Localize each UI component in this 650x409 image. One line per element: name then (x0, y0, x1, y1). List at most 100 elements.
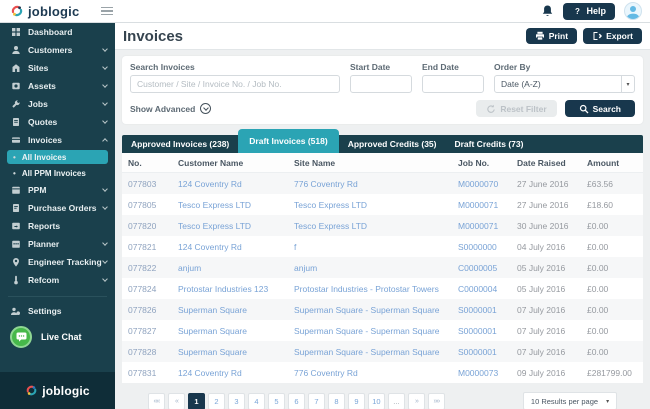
show-advanced-toggle[interactable]: Show Advanced (130, 103, 211, 114)
page-number-button[interactable]: 4 (248, 393, 265, 409)
site-link[interactable]: Tesco Express LTD (294, 221, 458, 231)
table-row[interactable]: 077831 124 Coventry Rd 776 Coventry Rd M… (122, 362, 643, 383)
notifications-bell-icon[interactable] (541, 4, 554, 18)
customer-link[interactable]: Protostar Industries 123 (178, 284, 294, 294)
page-number-button[interactable]: 7 (308, 393, 325, 409)
results-per-page-select[interactable]: 10 Results per page ▾ (523, 392, 617, 409)
start-date-input[interactable] (350, 75, 412, 93)
customer-link[interactable]: Tesco Express LTD (178, 200, 294, 210)
invoice-no-link[interactable]: 077820 (128, 221, 178, 231)
job-no-link[interactable]: S0000001 (458, 305, 517, 315)
job-no-link[interactable]: M0000071 (458, 200, 517, 210)
menu-toggle-icon[interactable] (101, 7, 113, 16)
invoice-no-link[interactable]: 077822 (128, 263, 178, 273)
customer-link[interactable]: Superman Square (178, 305, 294, 315)
invoice-no-link[interactable]: 077803 (128, 179, 178, 189)
sidebar-item-invoices[interactable]: Invoices (0, 131, 115, 149)
job-no-link[interactable]: S0000000 (458, 242, 517, 252)
table-row[interactable]: 077824 Protostar Industries 123 Protosta… (122, 278, 643, 299)
customer-link[interactable]: Tesco Express LTD (178, 221, 294, 231)
reset-filter-button[interactable]: Reset Filter (476, 100, 556, 117)
tab-approved-credits[interactable]: Approved Credits (35) (339, 135, 446, 153)
sidebar-item-assets[interactable]: Assets (0, 77, 115, 95)
site-link[interactable]: 776 Coventry Rd (294, 179, 458, 189)
job-no-link[interactable]: M0000073 (458, 368, 517, 378)
sidebar-item-jobs[interactable]: Jobs (0, 95, 115, 113)
sidebar-item-reports[interactable]: Reports (0, 217, 115, 235)
search-button[interactable]: Search (565, 100, 635, 117)
tab-draft-credits[interactable]: Draft Credits (73) (445, 135, 532, 153)
invoice-no-link[interactable]: 077827 (128, 326, 178, 336)
job-no-link[interactable]: M0000071 (458, 221, 517, 231)
page-next-button[interactable]: » (408, 393, 425, 409)
table-row[interactable]: 077805 Tesco Express LTD Tesco Express L… (122, 194, 643, 215)
job-no-link[interactable]: S0000001 (458, 326, 517, 336)
invoice-no-link[interactable]: 077826 (128, 305, 178, 315)
page-last-button[interactable]: »» (428, 393, 445, 409)
site-link[interactable]: Superman Square - Superman Square (294, 326, 458, 336)
site-link[interactable]: Protostar Industries - Protostar Towers (294, 284, 458, 294)
sidebar-item-quotes[interactable]: Quotes (0, 113, 115, 131)
export-button[interactable]: Export (583, 28, 642, 44)
page-first-button[interactable]: «« (148, 393, 165, 409)
site-link[interactable]: 776 Coventry Rd (294, 368, 458, 378)
table-row[interactable]: 077826 Superman Square Superman Square -… (122, 299, 643, 320)
user-avatar[interactable] (624, 2, 642, 20)
sidebar-item-all-invoices[interactable]: • All Invoices (7, 150, 108, 164)
sidebar-item-dashboard[interactable]: Dashboard (0, 23, 115, 41)
site-link[interactable]: Superman Square - Superman Square (294, 305, 458, 315)
site-link[interactable]: f (294, 242, 458, 252)
sidebar-item-engineer-tracking[interactable]: Engineer Tracking (0, 253, 115, 271)
table-row[interactable]: 077827 Superman Square Superman Square -… (122, 320, 643, 341)
customer-link[interactable]: Superman Square (178, 347, 294, 357)
table-row[interactable]: 077821 124 Coventry Rd f S0000000 04 Jul… (122, 236, 643, 257)
customer-link[interactable]: 124 Coventry Rd (178, 179, 294, 189)
customer-link[interactable]: Superman Square (178, 326, 294, 336)
page-number-button[interactable]: 5 (268, 393, 285, 409)
end-date-input[interactable] (422, 75, 484, 93)
job-no-link[interactable]: M0000070 (458, 179, 517, 189)
job-no-link[interactable]: C0000005 (458, 263, 517, 273)
search-input[interactable] (130, 75, 340, 93)
page-number-button[interactable]: 1 (188, 393, 205, 409)
sidebar-item-planner[interactable]: Planner (0, 235, 115, 253)
page-number-button[interactable]: 9 (348, 393, 365, 409)
site-link[interactable]: anjum (294, 263, 458, 273)
sidebar-item-refcom[interactable]: Refcom (0, 271, 115, 289)
print-button[interactable]: Print (526, 28, 577, 44)
job-no-link[interactable]: S0000001 (458, 347, 517, 357)
sidebar-item-sites[interactable]: Sites (0, 59, 115, 77)
page-number-button[interactable]: 2 (208, 393, 225, 409)
page-number-button[interactable]: 6 (288, 393, 305, 409)
invoice-no-link[interactable]: 077821 (128, 242, 178, 252)
sidebar-item-all-ppm-invoices[interactable]: • All PPM Invoices (7, 166, 108, 180)
invoice-no-link[interactable]: 077831 (128, 368, 178, 378)
table-row[interactable]: 077828 Superman Square Superman Square -… (122, 341, 643, 362)
order-by-select[interactable]: Date (A-Z) ▾ (494, 75, 635, 93)
table-row[interactable]: 077803 124 Coventry Rd 776 Coventry Rd M… (122, 173, 643, 194)
invoice-no-link[interactable]: 077824 (128, 284, 178, 294)
sidebar-item-ppm[interactable]: PPM (0, 181, 115, 199)
table-row[interactable]: 077820 Tesco Express LTD Tesco Express L… (122, 215, 643, 236)
live-chat-button[interactable]: Live Chat (0, 320, 115, 354)
customer-link[interactable]: 124 Coventry Rd (178, 242, 294, 252)
tab-approved-invoices[interactable]: Approved Invoices (238) (122, 135, 238, 153)
customer-link[interactable]: anjum (178, 263, 294, 273)
job-no-link[interactable]: C0000004 (458, 284, 517, 294)
table-row[interactable]: 077822 anjum anjum C0000005 05 July 2016… (122, 257, 643, 278)
sidebar-item-settings[interactable]: Settings (0, 302, 115, 320)
customer-link[interactable]: 124 Coventry Rd (178, 368, 294, 378)
page-number-button[interactable]: 10 (368, 393, 385, 409)
page-number-button[interactable]: 8 (328, 393, 345, 409)
page-prev-button[interactable]: « (168, 393, 185, 409)
site-link[interactable]: Superman Square - Superman Square (294, 347, 458, 357)
site-link[interactable]: Tesco Express LTD (294, 200, 458, 210)
invoice-no-link[interactable]: 077828 (128, 347, 178, 357)
sidebar-item-purchase-orders[interactable]: Purchase Orders (0, 199, 115, 217)
page-number-button[interactable]: 3 (228, 393, 245, 409)
tab-draft-invoices[interactable]: Draft Invoices (518) (238, 129, 338, 153)
help-button[interactable]: ? Help (563, 3, 615, 20)
sidebar-item-customers[interactable]: Customers (0, 41, 115, 59)
invoice-no-link[interactable]: 077805 (128, 200, 178, 210)
joblogic-logo[interactable]: joblogic (10, 4, 79, 19)
